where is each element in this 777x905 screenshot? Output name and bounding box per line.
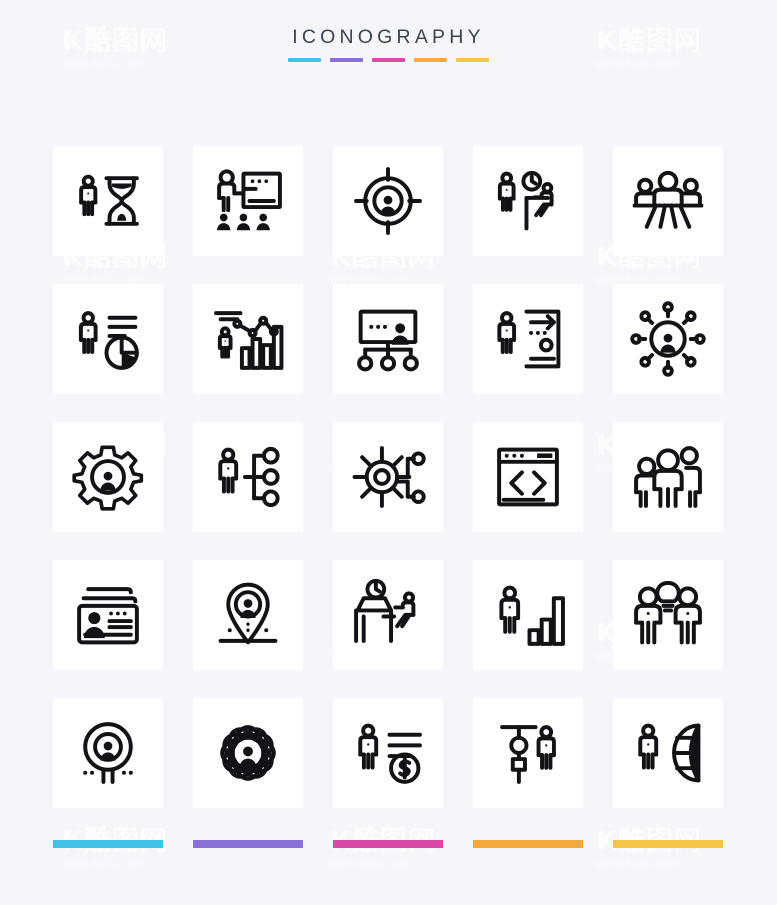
code-window-icon — [490, 439, 566, 515]
presentation-training-icon — [210, 163, 286, 239]
id-card-badge-icon — [70, 577, 146, 653]
page-header: ICONOGRAPHY — [0, 26, 777, 62]
icon-cell[interactable] — [53, 146, 163, 256]
person-hourglass-icon — [70, 163, 146, 239]
person-skills-nodes-icon — [210, 439, 286, 515]
team-meeting-table-icon — [630, 163, 706, 239]
icon-cell[interactable] — [193, 422, 303, 532]
icon-cell[interactable] — [473, 422, 583, 532]
page-title: ICONOGRAPHY — [292, 26, 485, 48]
person-bar-growth-icon — [490, 577, 566, 653]
footer-bar-3 — [473, 840, 583, 848]
header-accent-bars — [0, 58, 777, 62]
icon-cell[interactable] — [53, 422, 163, 532]
footer-bar-0 — [53, 840, 163, 848]
header-bar-0 — [288, 58, 321, 62]
person-salary-dollar-icon — [350, 715, 426, 791]
icon-cell[interactable] — [613, 698, 723, 808]
icon-cell[interactable] — [193, 284, 303, 394]
icon-cell[interactable] — [53, 698, 163, 808]
icon-cell[interactable] — [473, 146, 583, 256]
video-conference-network-icon — [350, 301, 426, 377]
user-network-hub-icon — [630, 301, 706, 377]
footer-accent-bars — [53, 840, 725, 848]
desk-worker-clock-icon — [350, 577, 426, 653]
icon-cell[interactable] — [473, 284, 583, 394]
icon-cell[interactable] — [473, 560, 583, 670]
people-idea-bulb-icon — [630, 577, 706, 653]
group-people-icon — [630, 439, 706, 515]
icon-cell[interactable] — [193, 698, 303, 808]
user-atom-network-icon — [210, 715, 286, 791]
icon-cell[interactable] — [613, 146, 723, 256]
icon-cell[interactable] — [333, 698, 443, 808]
user-search-magnifier-icon — [70, 715, 146, 791]
icon-cell[interactable] — [53, 284, 163, 394]
person-balance-scale-icon — [490, 715, 566, 791]
header-bar-4 — [456, 58, 489, 62]
user-location-pin-icon — [210, 577, 286, 653]
icon-grid — [53, 146, 725, 808]
icon-cell[interactable] — [333, 284, 443, 394]
icon-cell[interactable] — [473, 698, 583, 808]
icon-cell[interactable] — [613, 422, 723, 532]
icon-cell[interactable] — [333, 146, 443, 256]
user-settings-gear-icon — [70, 439, 146, 515]
user-helm-network-icon — [350, 439, 426, 515]
person-transfer-arrow-icon — [490, 301, 566, 377]
icon-cell[interactable] — [613, 284, 723, 394]
icon-cell[interactable] — [333, 560, 443, 670]
user-report-pie-chart-icon — [70, 301, 146, 377]
header-bar-3 — [414, 58, 447, 62]
icon-cell[interactable] — [53, 560, 163, 670]
person-analytics-chart-icon — [210, 301, 286, 377]
person-clock-desk-icon — [490, 163, 566, 239]
header-bar-2 — [372, 58, 405, 62]
footer-bar-1 — [193, 840, 303, 848]
footer-bar-2 — [333, 840, 443, 848]
watermark-url: www.kutu.com — [596, 858, 680, 871]
icon-cell[interactable] — [613, 560, 723, 670]
watermark: K酷图网www.kutu.com — [596, 827, 702, 871]
watermark: K酷图网www.kutu.com — [62, 827, 168, 871]
user-target-icon — [350, 163, 426, 239]
watermark: K酷图网www.kutu.com — [330, 827, 436, 871]
icon-cell[interactable] — [193, 560, 303, 670]
icon-cell[interactable] — [193, 146, 303, 256]
icon-cell[interactable] — [333, 422, 443, 532]
header-bar-1 — [330, 58, 363, 62]
watermark-url: www.kutu.com — [62, 858, 146, 871]
watermark-url: www.kutu.com — [330, 858, 414, 871]
person-globe-icon — [630, 715, 706, 791]
footer-bar-4 — [613, 840, 723, 848]
